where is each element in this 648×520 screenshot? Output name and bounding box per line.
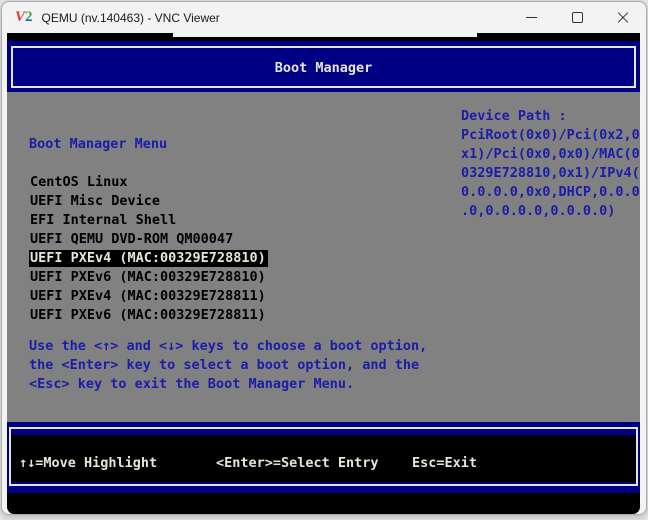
minimize-icon (526, 17, 537, 18)
boot-menu-item[interactable]: CentOS Linux (29, 174, 130, 190)
close-icon (617, 12, 629, 24)
vnc-logo-icon: V2 (15, 10, 33, 25)
device-path-line: 0.0.0.0,0x0,DHCP,0.0.0 (461, 183, 640, 202)
window-titlebar[interactable]: V2 QEMU (nv.140463) - VNC Viewer (2, 2, 646, 33)
device-path-panel: Device Path :PciRoot(0x0)/Pci(0x2,0x1)/P… (461, 107, 640, 221)
device-path-line: Device Path : (461, 107, 640, 126)
boot-menu-item[interactable]: UEFI PXEv6 (MAC:00329E728810) (29, 269, 268, 285)
footer-bar: ↑↓=Move Highlight <Enter>=Select Entry E… (7, 422, 640, 493)
minimize-button[interactable] (508, 2, 554, 33)
boot-menu-item[interactable]: UEFI Misc Device (29, 193, 162, 209)
boot-menu-item[interactable]: EFI Internal Shell (29, 212, 178, 228)
vnc-remote-screen[interactable]: Boot Manager Boot Manager Menu CentOS Li… (7, 33, 640, 514)
help-text-line: <Esc> key to exit the Boot Manager Menu. (29, 375, 427, 394)
help-text: Use the <↑> and <↓> keys to choose a boo… (29, 337, 427, 394)
help-text-line: the <Enter> key to select a boot option,… (29, 356, 427, 375)
boot-menu-item[interactable]: UEFI QEMU DVD-ROM QM00047 (29, 231, 235, 247)
vnc-viewer-window: V2 QEMU (nv.140463) - VNC Viewer Boot Ma… (1, 1, 647, 515)
device-path-line: x1)/Pci(0x0,0x0)/MAC(0 (461, 145, 640, 164)
hint-select-entry: <Enter>=Select Entry (216, 455, 379, 471)
caption-buttons (508, 2, 646, 33)
close-button[interactable] (600, 2, 646, 33)
maximize-icon (572, 12, 583, 23)
device-path-line: .0,0.0.0.0,0.0.0.0) (461, 202, 640, 221)
window-title: QEMU (nv.140463) - VNC Viewer (42, 11, 220, 25)
boot-menu-item[interactable]: UEFI PXEv4 (MAC:00329E728810) (29, 250, 268, 266)
device-path-line: PciRoot(0x0)/Pci(0x2,0 (461, 126, 640, 145)
boot-menu-title: Boot Manager Menu (29, 136, 167, 152)
help-text-line: Use the <↑> and <↓> keys to choose a boo… (29, 337, 427, 356)
hint-move-highlight: ↑↓=Move Highlight (19, 455, 157, 471)
boot-menu-item[interactable]: UEFI PXEv6 (MAC:00329E728811) (29, 307, 268, 323)
boot-menu-item[interactable]: UEFI PXEv4 (MAC:00329E728811) (29, 288, 268, 304)
boot-manager-header: Boot Manager (7, 41, 640, 92)
maximize-button[interactable] (554, 2, 600, 33)
screen-top-notch (173, 33, 477, 37)
page-title: Boot Manager (7, 60, 640, 76)
device-path-line: 0329E728810,0x1)/IPv4( (461, 164, 640, 183)
screen-bottom-strip (7, 493, 640, 514)
hint-esc-exit: Esc=Exit (412, 455, 477, 471)
